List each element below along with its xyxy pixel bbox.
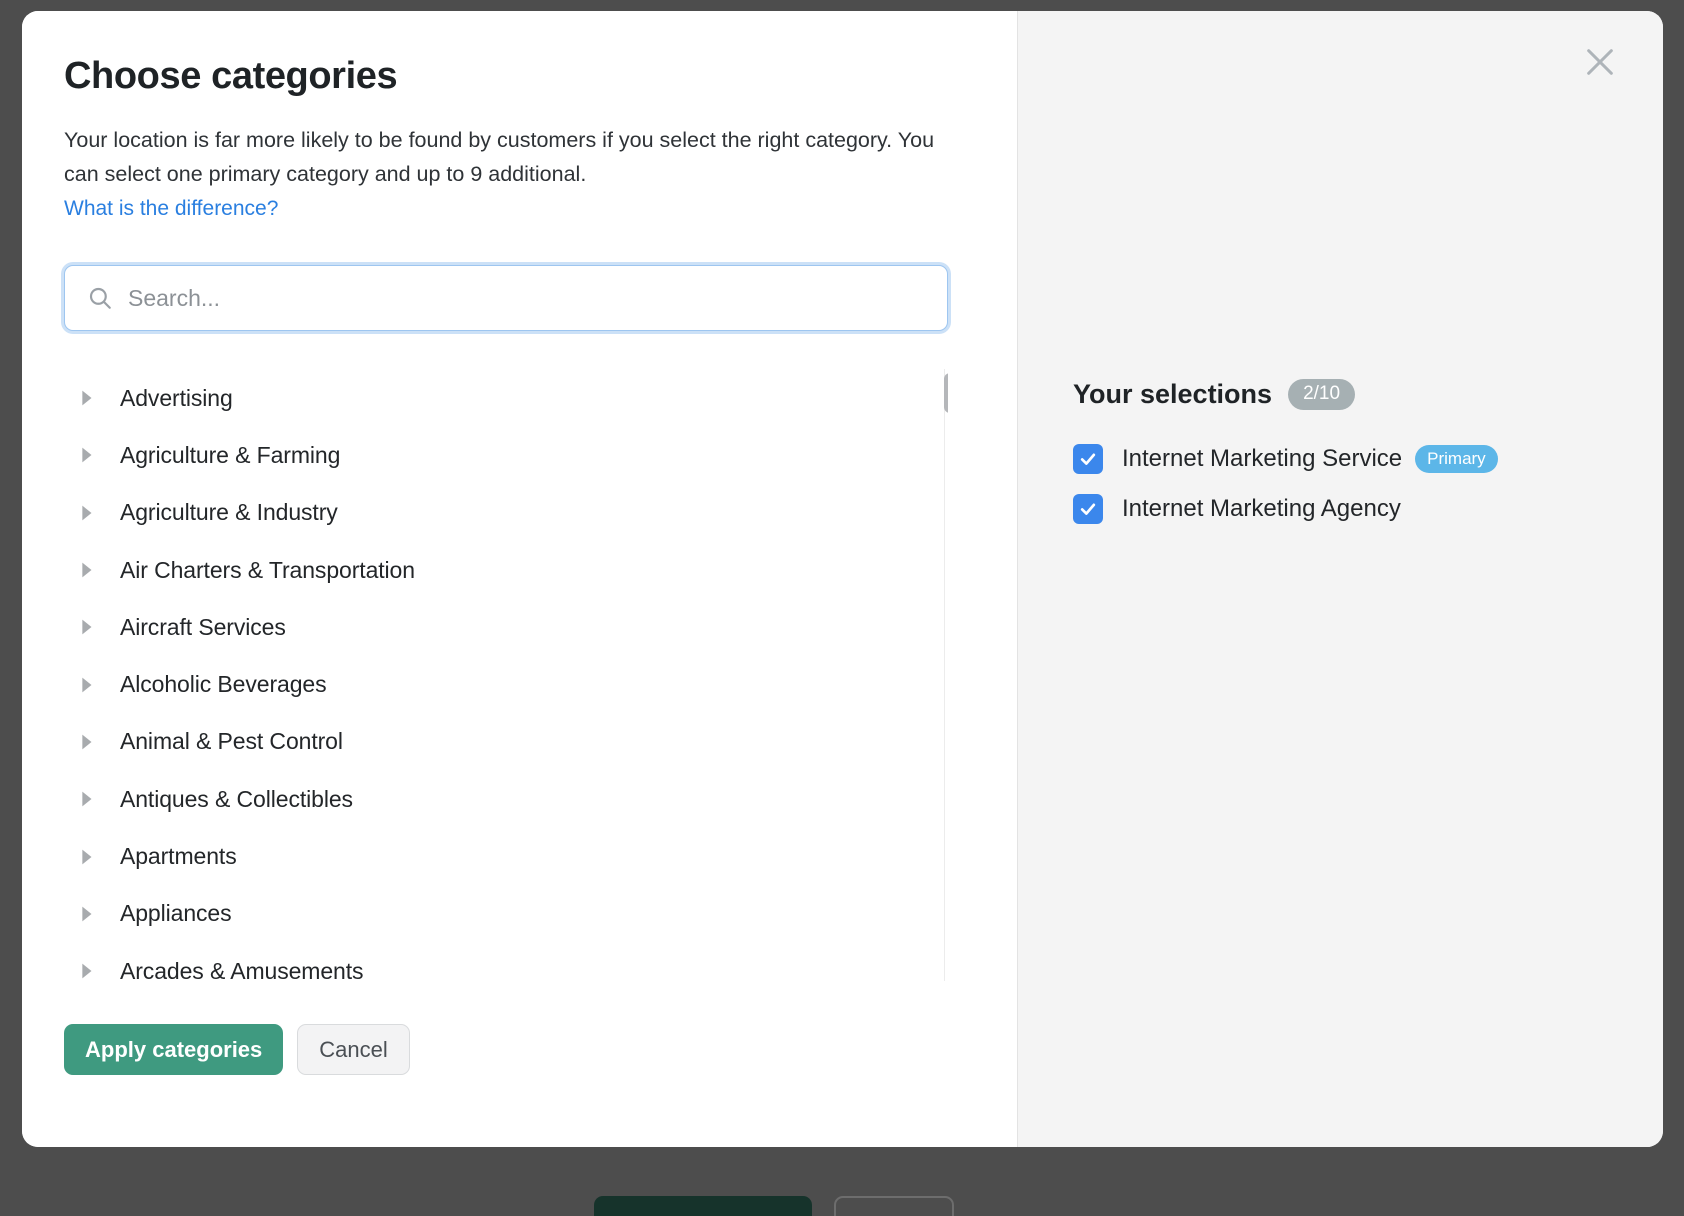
selection-count-badge: 2/10 [1288,379,1355,410]
category-row[interactable]: Antiques & Collectibles [64,771,948,828]
category-label: Alcoholic Beverages [120,671,327,698]
modal-description: Your location is far more likely to be f… [64,124,944,192]
category-label: Advertising [120,385,233,412]
search-field-wrapper: Search... [64,265,948,331]
category-label: Apartments [120,843,237,870]
primary-badge: Primary [1415,445,1498,473]
close-icon [1583,45,1617,79]
category-row[interactable]: Aircraft Services [64,599,948,656]
what-is-the-difference-link[interactable]: What is the difference? [64,197,278,221]
expand-caret-icon[interactable] [75,616,97,638]
selected-categories-list: Internet Marketing ServicePrimaryInterne… [1073,434,1663,534]
category-row[interactable]: Air Charters & Transportation [64,541,948,598]
expand-caret-icon[interactable] [75,444,97,466]
expand-caret-icon[interactable] [75,903,97,925]
category-row[interactable]: Agriculture & Industry [64,484,948,541]
choose-categories-modal: Choose categories Your location is far m… [22,11,1663,1147]
category-checkbox[interactable] [1073,444,1103,474]
modal-footer: Apply categories Cancel [64,1024,410,1075]
expand-caret-icon[interactable] [75,559,97,581]
category-label: Agriculture & Industry [120,499,338,526]
category-label: Agriculture & Farming [120,442,340,469]
search-input[interactable]: Search... [64,265,948,331]
category-label: Antiques & Collectibles [120,786,353,813]
category-row[interactable]: Animal & Pest Control [64,713,948,770]
search-placeholder: Search... [128,285,220,312]
expand-caret-icon[interactable] [75,674,97,696]
category-row[interactable]: Advertising [64,369,948,426]
modal-left-pane: Choose categories Your location is far m… [22,11,1017,1147]
category-list[interactable]: Advertising Agriculture & Farming Agricult… [64,369,948,981]
category-label: Appliances [120,900,232,927]
selected-category-label: Internet Marketing Agency [1122,495,1401,523]
category-label: Arcades & Amusements [120,958,363,982]
selected-category-row[interactable]: Internet Marketing Agency [1073,484,1663,534]
search-icon [87,285,113,311]
expand-caret-icon[interactable] [75,387,97,409]
category-label: Air Charters & Transportation [120,557,415,584]
category-row[interactable]: Alcoholic Beverages [64,656,948,713]
your-selections-header: Your selections 2/10 [1073,379,1663,410]
cancel-button[interactable]: Cancel [297,1024,409,1075]
category-checkbox[interactable] [1073,494,1103,524]
your-selections-title: Your selections [1073,379,1272,410]
checkmark-icon [1078,449,1098,469]
apply-categories-button[interactable]: Apply categories [64,1024,283,1075]
category-label: Animal & Pest Control [120,728,343,755]
background-primary-button [594,1196,812,1216]
expand-caret-icon[interactable] [75,960,97,981]
expand-caret-icon[interactable] [75,846,97,868]
selected-category-row[interactable]: Internet Marketing Service Primary [1073,434,1663,484]
expand-caret-icon[interactable] [75,788,97,810]
expand-caret-icon[interactable] [75,502,97,524]
close-button[interactable] [1577,39,1623,85]
category-list-scrollbar-thumb[interactable] [944,373,948,413]
category-row[interactable]: Agriculture & Farming [64,427,948,484]
expand-caret-icon[interactable] [75,731,97,753]
category-list-scrollbar-track[interactable] [944,369,948,981]
category-label: Aircraft Services [120,614,286,641]
category-row[interactable]: Appliances [64,885,948,942]
background-page-buttons [0,1196,1684,1216]
modal-right-pane: Your selections 2/10 Internet Marketing … [1017,11,1663,1147]
page-title: Choose categories [64,55,1017,98]
checkmark-icon [1078,499,1098,519]
category-row[interactable]: Arcades & Amusements [64,942,948,981]
background-secondary-button [834,1196,954,1216]
category-row[interactable]: Apartments [64,828,948,885]
selected-category-label: Internet Marketing Service [1122,445,1402,473]
